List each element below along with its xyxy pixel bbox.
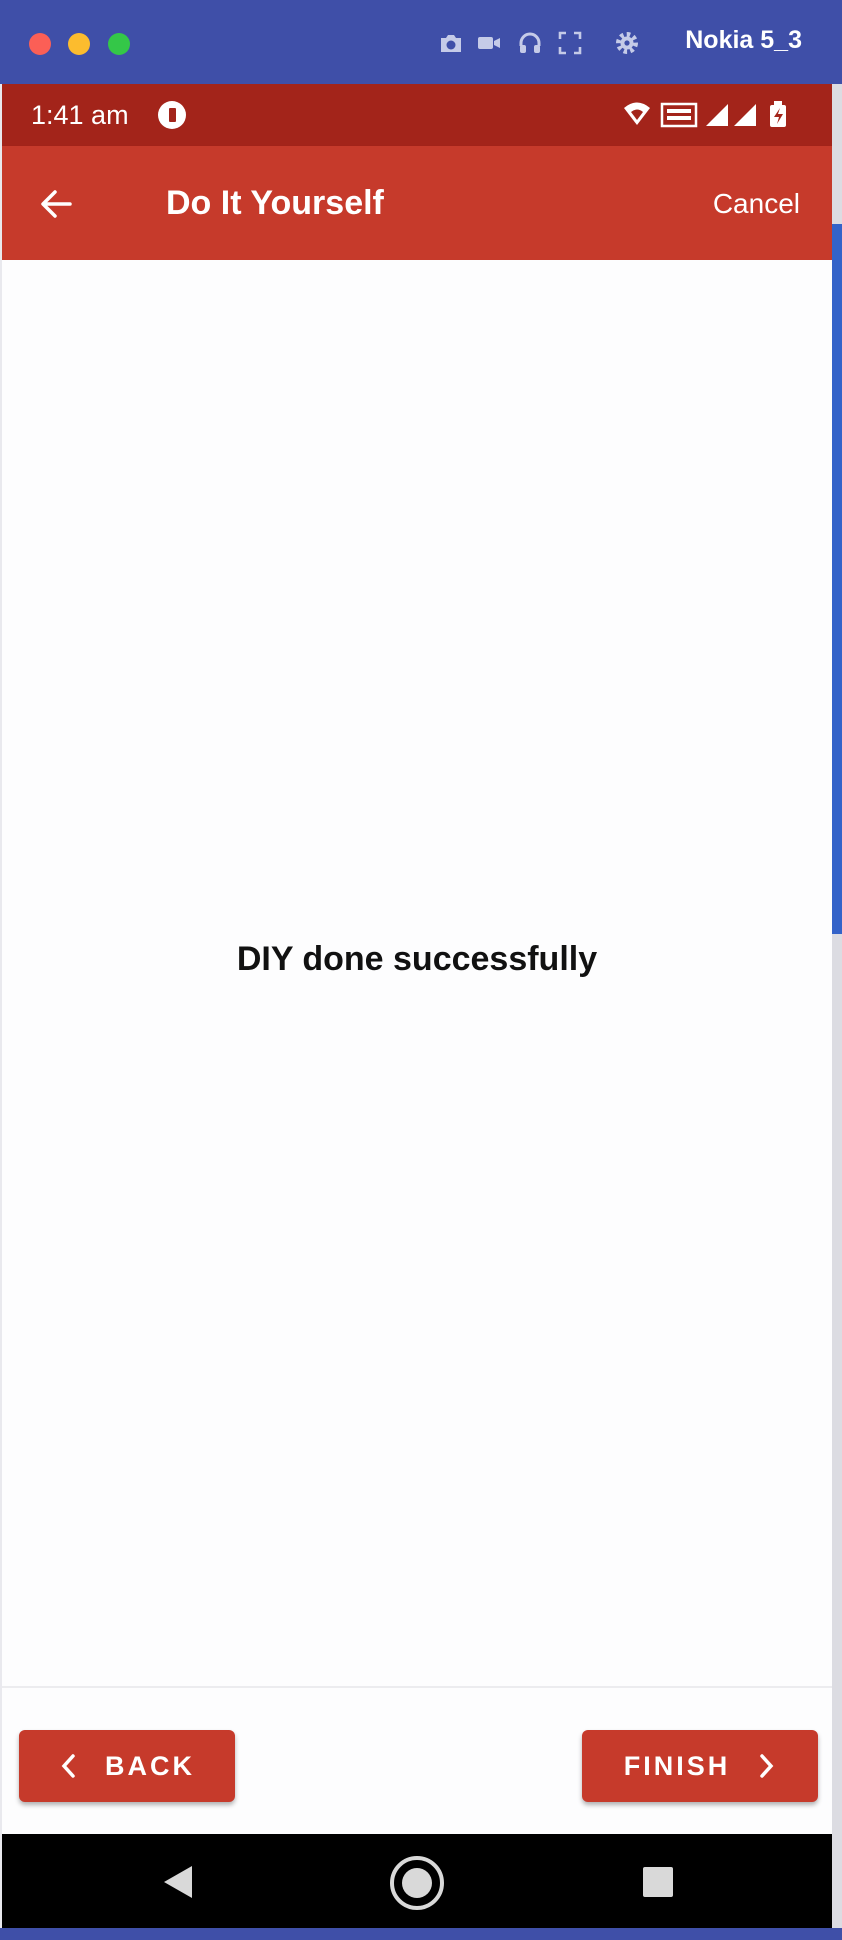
cancel-button[interactable]: Cancel <box>713 188 800 220</box>
nav-home-icon[interactable] <box>388 1854 446 1912</box>
main-content: DIY done successfully <box>2 260 832 1686</box>
back-button-label: BACK <box>105 1750 195 1781</box>
wifi-icon <box>624 102 650 125</box>
success-message: DIY done successfully <box>236 940 598 978</box>
app-bar: Do It Yourself Cancel <box>2 146 832 260</box>
background-window-edge <box>832 84 842 1928</box>
minimize-window-button[interactable] <box>68 33 90 55</box>
nav-recents-icon[interactable] <box>643 1867 673 1897</box>
device-name: Nokia 5_3 <box>685 26 802 54</box>
chevron-left-icon <box>61 1754 75 1778</box>
maximize-window-button[interactable] <box>108 33 130 55</box>
fullscreen-icon[interactable] <box>557 30 583 56</box>
headphones-icon[interactable] <box>517 30 543 56</box>
app-notification-icon <box>158 101 186 129</box>
video-icon[interactable] <box>476 30 502 56</box>
battery-icon <box>770 101 786 127</box>
phone-screen: 1:41 am Do It Yourself Cancel DIY done s… <box>2 84 832 1928</box>
camera-icon[interactable] <box>438 30 464 56</box>
status-icons <box>624 101 786 128</box>
nav-back-icon[interactable] <box>162 1864 194 1900</box>
status-time: 1:41 am <box>31 100 129 130</box>
footer-divider <box>2 1686 832 1688</box>
background-window-accent <box>832 224 842 934</box>
chevron-right-icon <box>760 1754 774 1778</box>
close-window-button[interactable] <box>29 33 51 55</box>
finish-button-label: FINISH <box>623 1750 731 1781</box>
status-bar: 1:41 am <box>2 84 832 146</box>
back-button[interactable]: BACK <box>19 1730 235 1802</box>
emulator-bottom-edge <box>0 1928 842 1940</box>
emulator-title-bar: Nokia 5_3 <box>0 0 842 84</box>
signal-icon <box>706 104 756 126</box>
back-arrow-icon[interactable] <box>36 184 76 224</box>
gear-icon[interactable] <box>614 30 640 56</box>
system-nav-bar <box>2 1834 832 1928</box>
page-title: Do It Yourself <box>166 184 384 222</box>
volte-icon <box>660 102 698 128</box>
finish-button[interactable]: FINISH <box>582 1730 818 1802</box>
